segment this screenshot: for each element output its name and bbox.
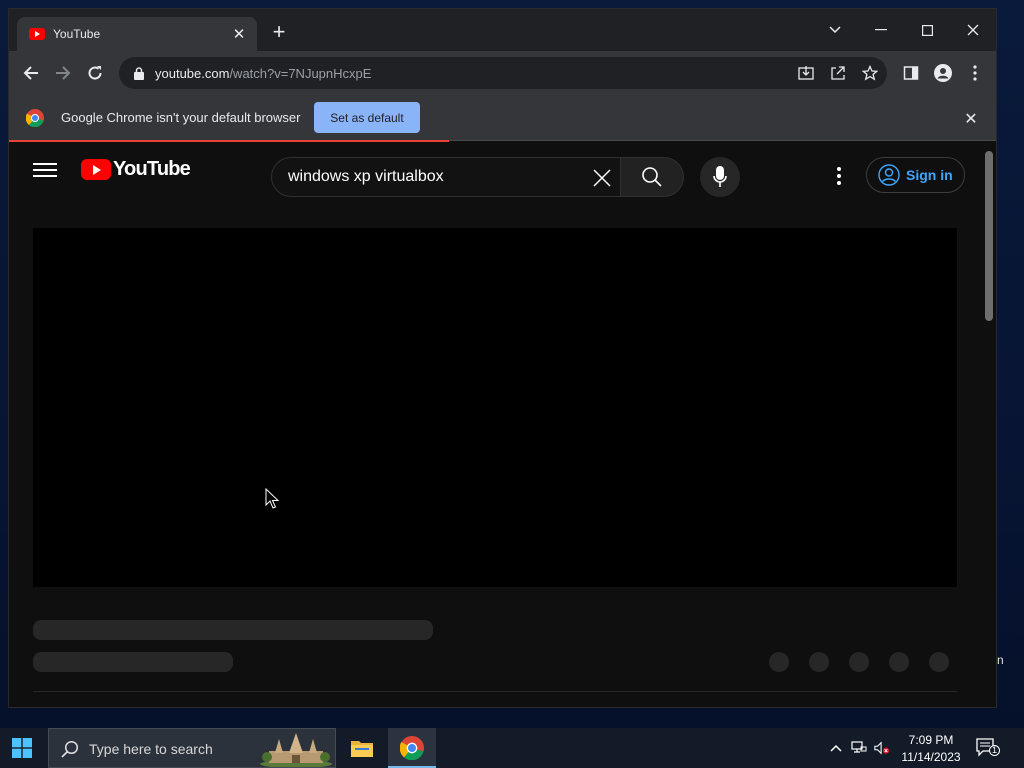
url-path: /watch?v=7NJupnHcxpE [229,65,372,81]
url-domain: youtube.com [155,65,230,81]
action-placeholder [889,652,909,672]
action-placeholder [769,652,789,672]
chrome-taskbar-button[interactable] [388,728,436,768]
search-highlight-temple-icon[interactable] [259,731,333,767]
youtube-play-icon [81,159,111,180]
windows-start-icon[interactable] [12,738,32,758]
video-player[interactable] [33,228,957,587]
clear-search-icon[interactable] [590,166,614,190]
youtube-search-box [271,157,621,197]
chrome-icon [400,736,424,760]
kebab-menu-icon [973,65,977,81]
infobar-message: Google Chrome isn't your default browser [61,110,301,125]
tab-title: YouTube [53,27,101,41]
search-icon [642,167,662,187]
reload-icon [88,66,102,80]
youtube-favicon-icon [29,28,45,40]
profile-button[interactable] [929,59,957,87]
youtube-search-input[interactable] [288,168,578,186]
account-icon [878,164,900,186]
action-placeholder [929,652,949,672]
video-title-placeholder [33,620,433,640]
action-placeholder [849,652,869,672]
chrome-menu-button[interactable] [961,59,989,87]
network-icon[interactable] [851,740,867,756]
forward-arrow-icon [56,66,71,80]
clock-time: 7:09 PM [908,733,954,747]
lock-icon[interactable] [131,65,147,81]
tab-search-chevron-icon[interactable] [815,15,855,45]
show-hidden-icons-chevron-icon[interactable] [828,740,844,756]
voice-search-button[interactable] [700,157,740,197]
taskbar-search-placeholder: Type here to search [89,741,213,757]
taskbar-search-box[interactable]: Type here to search [48,728,336,768]
video-meta-placeholder [33,652,233,672]
youtube-logo[interactable]: YouTube [81,158,191,181]
sign-in-label: Sign in [906,167,953,183]
browser-toolbar: youtube.com/watch?v=7NJupnHcxpE [9,51,996,95]
mouse-cursor-icon [265,488,280,509]
close-window-button[interactable] [953,15,993,45]
install-app-icon[interactable] [795,63,817,83]
youtube-page: YouTube Sign in [9,142,996,708]
microphone-icon [713,166,727,187]
address-bar[interactable]: youtube.com/watch?v=7NJupnHcxpE [119,57,887,89]
channel-avatar-placeholder [39,707,79,708]
search-button[interactable] [621,157,684,197]
new-tab-button[interactable]: + [269,21,289,43]
taskbar-search-icon [61,740,79,758]
side-panel-icon [903,66,919,80]
minimize-button[interactable] [861,15,901,45]
default-browser-infobar: Google Chrome isn't your default browser… [9,95,996,141]
bookmark-star-icon[interactable] [859,63,881,83]
content-divider [33,691,957,692]
infobar-close-icon[interactable]: ✕ [962,109,980,128]
sign-in-button[interactable]: Sign in [866,157,965,193]
volume-muted-icon[interactable] [874,740,890,756]
chrome-logo-icon [26,109,44,127]
tab-close-icon[interactable]: ✕ [231,25,247,43]
profile-icon [934,64,952,82]
share-icon[interactable] [827,63,849,83]
page-scrollbar[interactable] [985,151,993,321]
taskbar-clock[interactable]: 7:09 PM 11/14/2023 [893,732,969,766]
back-button[interactable] [17,59,45,87]
url-text: youtube.com/watch?v=7NJupnHcxpE [155,66,371,81]
file-explorer-taskbar-button[interactable] [338,728,386,768]
action-placeholder [809,652,829,672]
folder-icon [351,741,373,757]
forward-button[interactable] [49,59,77,87]
windows-taskbar: Type here to search 7:09 PM 11/14/2023 1 [0,728,1024,768]
notification-center-icon[interactable]: 1 [976,738,1000,758]
notification-count-badge: 1 [989,745,1000,756]
side-panel-button[interactable] [897,59,925,87]
maximize-button[interactable] [907,15,947,45]
desktop-text-fragment: n [997,653,1004,667]
tab-youtube[interactable]: YouTube ✕ [17,17,257,51]
set-as-default-button[interactable]: Set as default [314,102,420,133]
hamburger-menu-icon[interactable] [33,160,57,180]
reload-button[interactable] [81,59,109,87]
youtube-logo-text: YouTube [113,158,191,180]
back-arrow-icon [23,66,38,80]
settings-kebab-icon[interactable] [827,164,851,188]
clock-date: 11/14/2023 [901,750,961,764]
tab-bar: YouTube ✕ + [9,9,996,51]
chrome-window: YouTube ✕ + youtube.com/watch?v=7NJupnHc… [8,8,997,708]
